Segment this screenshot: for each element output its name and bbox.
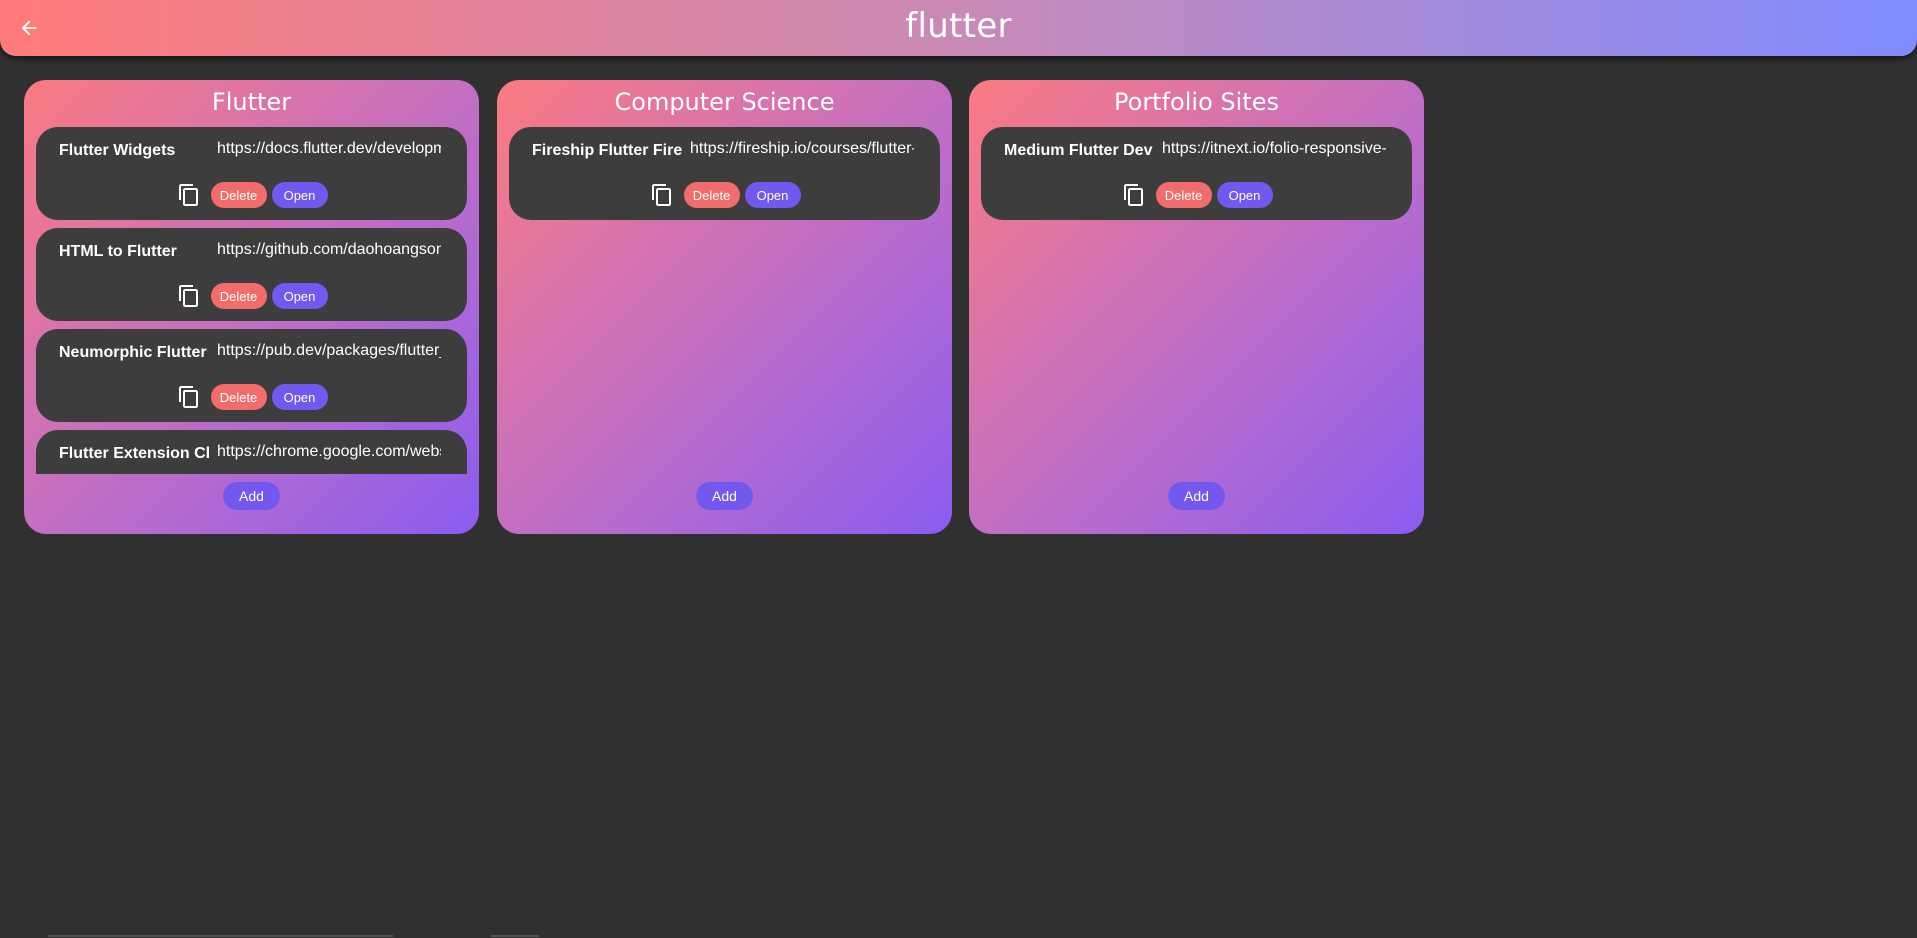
card-actions: Delete Open	[36, 384, 467, 410]
copy-button[interactable]	[1121, 182, 1147, 208]
open-button[interactable]: Open	[1216, 182, 1273, 208]
open-button[interactable]: Open	[271, 182, 328, 208]
card-name: Fireship Flutter Firebase	[532, 142, 682, 159]
card-name: Flutter Widgets	[59, 142, 176, 159]
link-card: Medium Flutter Dev Portfolio https://itn…	[981, 127, 1412, 220]
app-bar: flutter	[0, 0, 1917, 56]
card-actions: Delete Open	[36, 182, 467, 208]
board-title: Flutter	[211, 88, 292, 116]
copy-icon	[178, 285, 198, 307]
card-url[interactable]: https://pub.dev/packages/flutter_neumorp…	[217, 342, 441, 360]
scrollbar[interactable]	[48, 935, 393, 937]
copy-icon	[1123, 184, 1143, 206]
delete-button[interactable]: Delete	[1155, 182, 1212, 208]
delete-button[interactable]: Delete	[210, 283, 267, 309]
card-actions: Delete Open	[509, 182, 940, 208]
card-actions: Delete Open	[981, 182, 1412, 208]
page-title: flutter	[905, 6, 1012, 46]
link-card: Flutter Extension Chrome https://chrome.…	[36, 430, 467, 474]
card-actions: Delete Open	[36, 283, 467, 309]
board-flutter: Flutter Flutter Widgets https://docs.flu…	[24, 80, 479, 534]
copy-button[interactable]	[176, 283, 202, 309]
delete-button[interactable]: Delete	[683, 182, 740, 208]
delete-button[interactable]: Delete	[210, 182, 267, 208]
open-button[interactable]: Open	[744, 182, 801, 208]
add-button[interactable]: Add	[696, 482, 753, 510]
board-title: Computer Science	[614, 88, 835, 116]
open-button[interactable]: Open	[271, 384, 328, 410]
card-list[interactable]: Medium Flutter Dev Portfolio https://itn…	[981, 127, 1412, 534]
divider	[491, 935, 539, 937]
copy-icon	[178, 386, 198, 408]
card-list[interactable]: Fireship Flutter Firebase https://firesh…	[509, 127, 940, 534]
card-url[interactable]: https://fireship.io/courses/flutter-fire…	[690, 140, 914, 158]
link-card: Fireship Flutter Firebase https://firesh…	[509, 127, 940, 220]
link-card: Neumorphic Flutter https://pub.dev/packa…	[36, 329, 467, 422]
copy-button[interactable]	[176, 182, 202, 208]
card-url[interactable]: https://docs.flutter.dev/development/ui/…	[217, 140, 441, 158]
card-list[interactable]: Flutter Widgets https://docs.flutter.dev…	[36, 127, 467, 474]
card-url[interactable]: https://itnext.io/folio-responsive-portf…	[1162, 140, 1386, 158]
card-name: HTML to Flutter	[59, 243, 177, 260]
copy-button[interactable]	[176, 384, 202, 410]
board-title: Portfolio Sites	[1114, 88, 1279, 116]
card-name: Medium Flutter Dev Portfolio	[1004, 142, 1154, 159]
card-name: Neumorphic Flutter	[59, 344, 207, 361]
copy-icon	[178, 184, 198, 206]
delete-button[interactable]: Delete	[210, 384, 267, 410]
card-url[interactable]: https://chrome.google.com/webstore	[217, 443, 441, 461]
copy-button[interactable]	[649, 182, 675, 208]
card-name: Flutter Extension Chrome	[59, 445, 209, 462]
add-button[interactable]: Add	[1168, 482, 1225, 510]
link-card: HTML to Flutter https://github.com/daoho…	[36, 228, 467, 321]
add-button[interactable]: Add	[223, 482, 280, 510]
board-computer-science: Computer Science Fireship Flutter Fireba…	[497, 80, 952, 534]
open-button[interactable]: Open	[271, 283, 328, 309]
copy-icon	[651, 184, 671, 206]
link-card: Flutter Widgets https://docs.flutter.dev…	[36, 127, 467, 220]
board-portfolio-sites: Portfolio Sites Medium Flutter Dev Portf…	[969, 80, 1424, 534]
card-url[interactable]: https://github.com/daohoangson/flutter_w…	[217, 241, 441, 259]
